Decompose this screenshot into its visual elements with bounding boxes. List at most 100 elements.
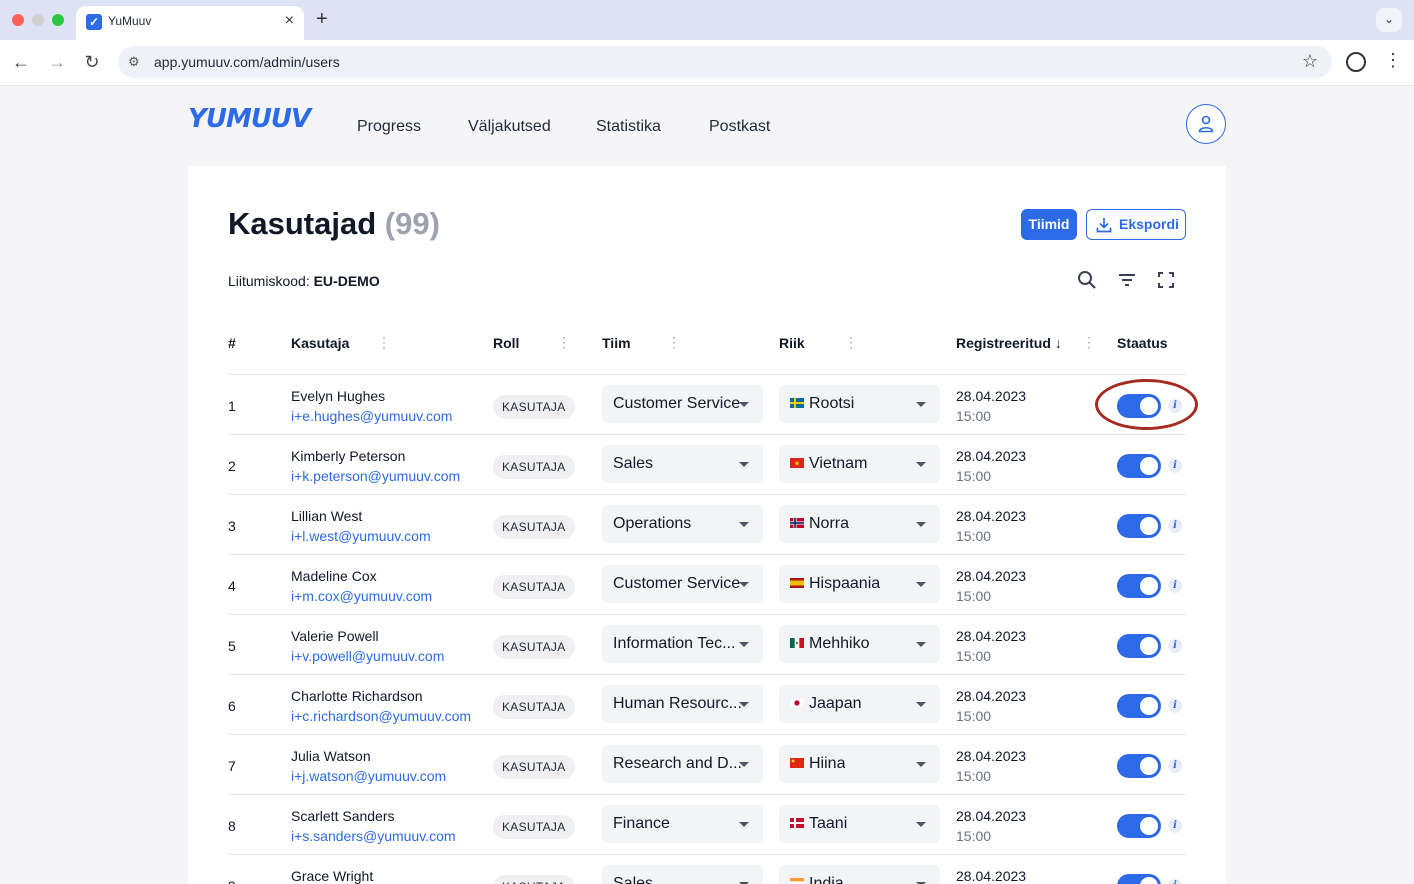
country-select[interactable]: Jaapan bbox=[779, 685, 940, 723]
chevron-down-icon bbox=[916, 402, 926, 407]
join-code-label: Liitumiskood: bbox=[228, 273, 310, 289]
info-icon[interactable]: i bbox=[1168, 579, 1182, 593]
status-toggle[interactable] bbox=[1117, 694, 1161, 718]
user-column-menu-icon[interactable]: ⋮ bbox=[377, 334, 391, 351]
team-select[interactable]: Information Tec... bbox=[602, 625, 763, 663]
yumuuv-logo[interactable]: YUMUUV bbox=[188, 104, 311, 134]
chevron-down-icon bbox=[739, 642, 749, 647]
team-select-value: Information Tec... bbox=[613, 635, 736, 652]
row-number: 6 bbox=[228, 698, 236, 714]
tab-title: YuMuuv bbox=[108, 14, 152, 28]
country-select[interactable]: Hispaania bbox=[779, 565, 940, 603]
team-column-menu-icon[interactable]: ⋮ bbox=[667, 334, 681, 351]
highlight-ring-annotation bbox=[1095, 379, 1198, 430]
team-select-value: Sales bbox=[613, 455, 654, 472]
filter-icon[interactable] bbox=[1116, 269, 1138, 291]
reload-icon[interactable]: ↻ bbox=[81, 52, 103, 73]
minimize-window-button[interactable] bbox=[32, 14, 44, 26]
country-select[interactable]: Norra bbox=[779, 505, 940, 543]
user-email-link[interactable]: i+m.cox@yumuuv.com bbox=[291, 588, 432, 604]
user-name: Madeline Cox bbox=[291, 568, 377, 584]
country-select[interactable]: Taani bbox=[779, 805, 940, 843]
team-select[interactable]: Human Resourc... bbox=[602, 685, 763, 723]
nav-challenges[interactable]: Väljakutsed bbox=[468, 118, 551, 136]
country-select[interactable]: Hiina bbox=[779, 745, 940, 783]
registered-date: 28.04.2023 bbox=[956, 448, 1027, 464]
info-icon[interactable]: i bbox=[1168, 639, 1182, 653]
status-toggle[interactable] bbox=[1117, 634, 1161, 658]
fullscreen-icon[interactable] bbox=[1155, 269, 1177, 291]
column-header-country[interactable]: Riik bbox=[779, 335, 805, 351]
team-select[interactable]: Customer Service bbox=[602, 385, 763, 423]
column-header-team[interactable]: Tiim bbox=[602, 335, 631, 351]
user-email-link[interactable]: i+l.west@yumuuv.com bbox=[291, 528, 431, 544]
maximize-window-button[interactable] bbox=[52, 14, 64, 26]
close-tab-icon[interactable]: × bbox=[285, 12, 294, 30]
row-number: 5 bbox=[228, 638, 236, 654]
column-header-user[interactable]: Kasutaja bbox=[291, 335, 349, 351]
team-select[interactable]: Finance bbox=[602, 805, 763, 843]
user-email-link[interactable]: i+c.richardson@yumuuv.com bbox=[291, 708, 471, 724]
tab-search-chevron-icon[interactable]: ⌄ bbox=[1376, 8, 1402, 32]
mx-flag-icon bbox=[790, 635, 809, 652]
status-toggle[interactable] bbox=[1117, 874, 1161, 884]
sort-desc-arrow-icon[interactable]: ↓ bbox=[1055, 335, 1062, 351]
country-name: Taani bbox=[809, 815, 848, 832]
address-bar[interactable]: ⚙ app.yumuuv.com/admin/users ☆ bbox=[118, 46, 1332, 78]
status-toggle[interactable] bbox=[1117, 814, 1161, 838]
team-select[interactable]: Sales bbox=[602, 445, 763, 483]
country-select[interactable]: Mehhiko bbox=[779, 625, 940, 663]
info-icon[interactable]: i bbox=[1168, 819, 1182, 833]
info-icon[interactable]: i bbox=[1168, 759, 1182, 773]
registered-column-menu-icon[interactable]: ⋮ bbox=[1082, 334, 1096, 351]
browser-menu-icon[interactable]: ⋮ bbox=[1384, 50, 1402, 71]
site-settings-icon[interactable]: ⚙ bbox=[128, 54, 140, 70]
user-email-link[interactable]: i+s.sanders@yumuuv.com bbox=[291, 828, 456, 844]
team-select[interactable]: Customer Service bbox=[602, 565, 763, 603]
team-select[interactable]: Research and D... bbox=[602, 745, 763, 783]
status-toggle[interactable] bbox=[1117, 574, 1161, 598]
status-toggle[interactable] bbox=[1117, 514, 1161, 538]
nav-progress[interactable]: Progress bbox=[357, 118, 421, 136]
search-icon[interactable] bbox=[1076, 269, 1098, 291]
nav-inbox[interactable]: Postkast bbox=[709, 118, 770, 136]
status-toggle[interactable] bbox=[1117, 754, 1161, 778]
status-toggle[interactable] bbox=[1117, 454, 1161, 478]
info-icon[interactable]: i bbox=[1168, 519, 1182, 533]
role-column-menu-icon[interactable]: ⋮ bbox=[557, 334, 571, 351]
back-arrow-icon[interactable]: ← bbox=[10, 52, 32, 73]
registered-time: 15:00 bbox=[956, 708, 992, 724]
user-email-link[interactable]: i+j.watson@yumuuv.com bbox=[291, 768, 446, 784]
user-email-link[interactable]: i+k.peterson@yumuuv.com bbox=[291, 468, 460, 484]
team-select[interactable]: Sales bbox=[602, 865, 763, 884]
close-window-button[interactable] bbox=[12, 14, 24, 26]
user-menu-button[interactable] bbox=[1186, 104, 1226, 144]
country-select[interactable]: Vietnam bbox=[779, 445, 940, 483]
column-header-registered[interactable]: Registreeritud ↓ bbox=[956, 335, 1062, 351]
url-text[interactable]: app.yumuuv.com/admin/users bbox=[154, 54, 340, 70]
teams-button[interactable]: Tiimid bbox=[1021, 209, 1077, 240]
bookmark-star-icon[interactable]: ☆ bbox=[1302, 51, 1318, 72]
country-column-menu-icon[interactable]: ⋮ bbox=[844, 334, 858, 351]
export-button[interactable]: Ekspordi bbox=[1086, 209, 1186, 240]
registered-date: 28.04.2023 bbox=[956, 628, 1027, 644]
info-icon[interactable]: i bbox=[1168, 879, 1182, 884]
country-name: Hispaania bbox=[809, 575, 881, 592]
browser-tab[interactable]: ✓ YuMuuv × bbox=[76, 6, 304, 40]
column-header-role[interactable]: Roll bbox=[493, 335, 519, 351]
user-email-link[interactable]: i+v.powell@yumuuv.com bbox=[291, 648, 444, 664]
country-name: Norra bbox=[809, 515, 850, 532]
info-icon[interactable]: i bbox=[1168, 699, 1182, 713]
nav-statistics[interactable]: Statistika bbox=[596, 118, 661, 136]
country-select[interactable]: India bbox=[779, 865, 940, 884]
row-number: 4 bbox=[228, 578, 236, 594]
country-select[interactable]: Rootsi bbox=[779, 385, 940, 423]
user-email-link[interactable]: i+e.hughes@yumuuv.com bbox=[291, 408, 452, 424]
new-tab-icon[interactable]: + bbox=[316, 8, 328, 31]
registered-time: 15:00 bbox=[956, 468, 992, 484]
info-icon[interactable]: i bbox=[1168, 459, 1182, 473]
team-select[interactable]: Operations bbox=[602, 505, 763, 543]
profile-icon[interactable] bbox=[1346, 52, 1366, 72]
forward-arrow-icon[interactable]: → bbox=[46, 52, 68, 73]
chevron-down-icon bbox=[916, 762, 926, 767]
